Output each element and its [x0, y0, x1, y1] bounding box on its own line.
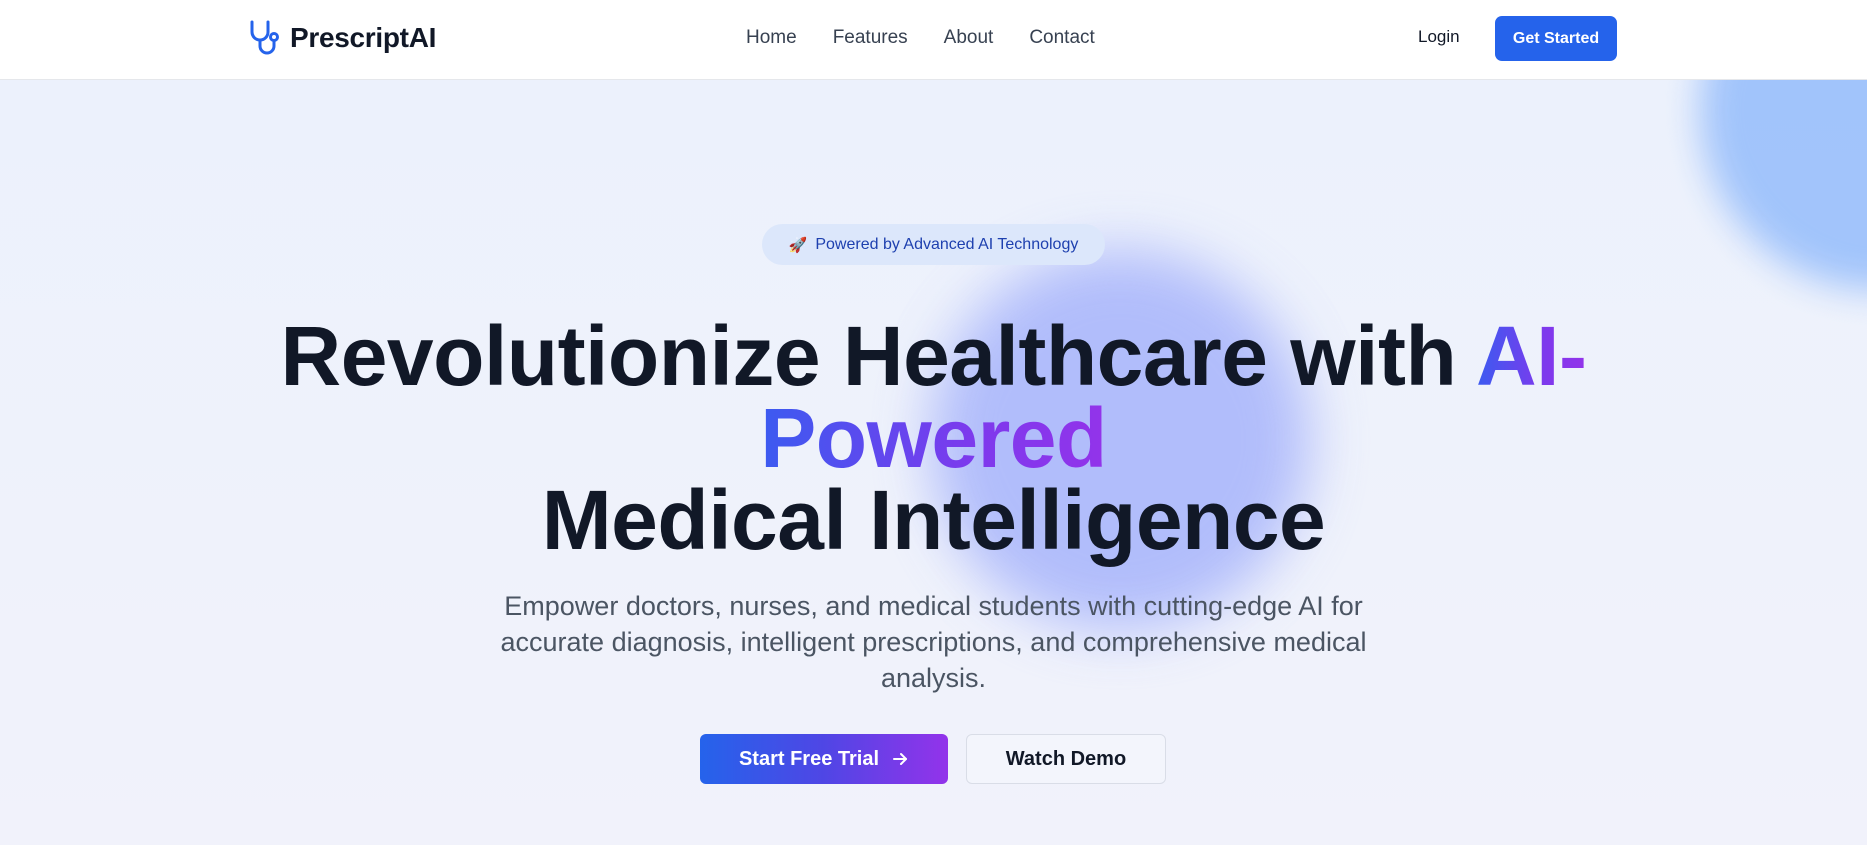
- headline-prefix: Revolutionize Healthcare with: [280, 309, 1476, 403]
- headline-line-1: Revolutionize Healthcare with AI-: [0, 314, 1867, 398]
- landing-page: PrescriptAI Home Features About Contact …: [0, 0, 1867, 845]
- brand-logo[interactable]: PrescriptAI: [247, 19, 436, 57]
- start-free-trial-label: Start Free Trial: [738, 747, 880, 770]
- nav-home-link[interactable]: Home: [746, 27, 797, 49]
- arrow-right-icon: [893, 753, 908, 765]
- start-free-trial-button[interactable]: Start Free Trial: [700, 734, 948, 784]
- hero-subtitle: Empower doctors, nurses, and medical stu…: [500, 591, 1367, 693]
- headline-line-3: Medical Intelligence: [541, 473, 1326, 567]
- hero-headline: Revolutionize Healthcare with AI- Powere…: [0, 314, 1867, 567]
- brand-name: PrescriptAI: [290, 22, 437, 53]
- hero-section: 🚀 Powered by Advanced AI Technology Revo…: [0, 80, 1867, 845]
- hero-cta-group: Start Free Trial Watch Demo: [700, 734, 1166, 784]
- headline-highlight-ai: AI-: [1475, 309, 1587, 403]
- watch-demo-button[interactable]: Watch Demo: [966, 734, 1166, 784]
- get-started-button[interactable]: Get Started: [1495, 16, 1617, 61]
- hero-content: 🚀 Powered by Advanced AI Technology Revo…: [0, 80, 1867, 845]
- navbar: PrescriptAI Home Features About Contact …: [0, 0, 1867, 80]
- main-nav: Home Features About Contact: [746, 27, 1131, 49]
- headline-highlight-powered: Powered: [760, 391, 1107, 485]
- nav-about-link[interactable]: About: [944, 27, 994, 49]
- stethoscope-icon: [250, 20, 279, 55]
- login-link[interactable]: Login: [1418, 27, 1460, 47]
- nav-contact-link[interactable]: Contact: [1029, 27, 1094, 49]
- badge-text: Powered by Advanced AI Technology: [815, 235, 1079, 253]
- nav-features-link[interactable]: Features: [833, 27, 908, 49]
- powered-by-badge: 🚀 Powered by Advanced AI Technology: [762, 224, 1105, 265]
- headline-line-2: Powered: [0, 396, 1867, 480]
- rocket-icon: 🚀: [788, 236, 808, 254]
